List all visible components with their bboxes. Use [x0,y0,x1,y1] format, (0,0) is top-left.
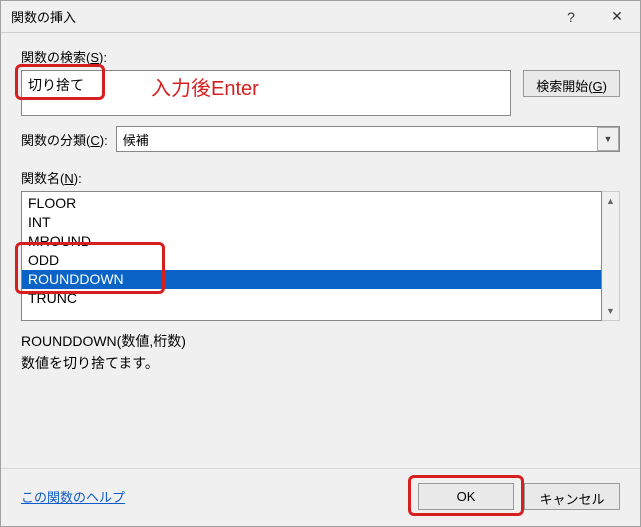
list-item[interactable]: FLOOR [22,194,601,213]
ok-button[interactable]: OK [418,483,514,510]
category-label: 関数の分類(C): [21,130,108,149]
list-item[interactable]: MROUND [22,232,601,251]
titlebar: 関数の挿入 ? ✕ [1,1,640,33]
scroll-down-icon[interactable]: ▼ [602,302,619,320]
dialog-title: 関数の挿入 [11,7,548,26]
function-description: 数値を切り捨てます。 [21,353,620,373]
list-item[interactable]: INT [22,213,601,232]
list-item[interactable]: ROUNDDOWN [22,270,601,289]
close-button[interactable]: ✕ [594,1,640,32]
help-link[interactable]: この関数のヘルプ [21,487,408,506]
category-select[interactable]: 候補 [116,126,620,152]
scrollbar[interactable]: ▲ ▼ [602,191,620,321]
list-item[interactable]: ODD [22,251,601,270]
search-input[interactable]: 切り捨て [21,70,511,116]
chevron-down-icon[interactable]: ▼ [597,127,619,151]
function-signature: ROUNDDOWN(数値,桁数) [21,331,620,351]
list-item[interactable]: TRUNC [22,289,601,308]
search-label: 関数の検索(S): [21,47,620,66]
cancel-button[interactable]: キャンセル [524,483,620,510]
function-listbox[interactable]: FLOORINTMROUNDODDROUNDDOWNTRUNC [21,191,602,321]
help-button[interactable]: ? [548,1,594,32]
function-name-label: 関数名(N): [21,168,620,187]
scroll-up-icon[interactable]: ▲ [602,192,619,210]
category-selected-value: 候補 [123,130,149,149]
search-start-button[interactable]: 検索開始(G) [523,70,620,97]
dialog-footer: この関数のヘルプ OK キャンセル [1,468,640,526]
dialog-content: 関数の検索(S): 切り捨て 入力後Enter 検索開始(G) 関数の分類(C)… [1,33,640,468]
insert-function-dialog: 関数の挿入 ? ✕ 関数の検索(S): 切り捨て 入力後Enter 検索開始(G… [0,0,641,527]
